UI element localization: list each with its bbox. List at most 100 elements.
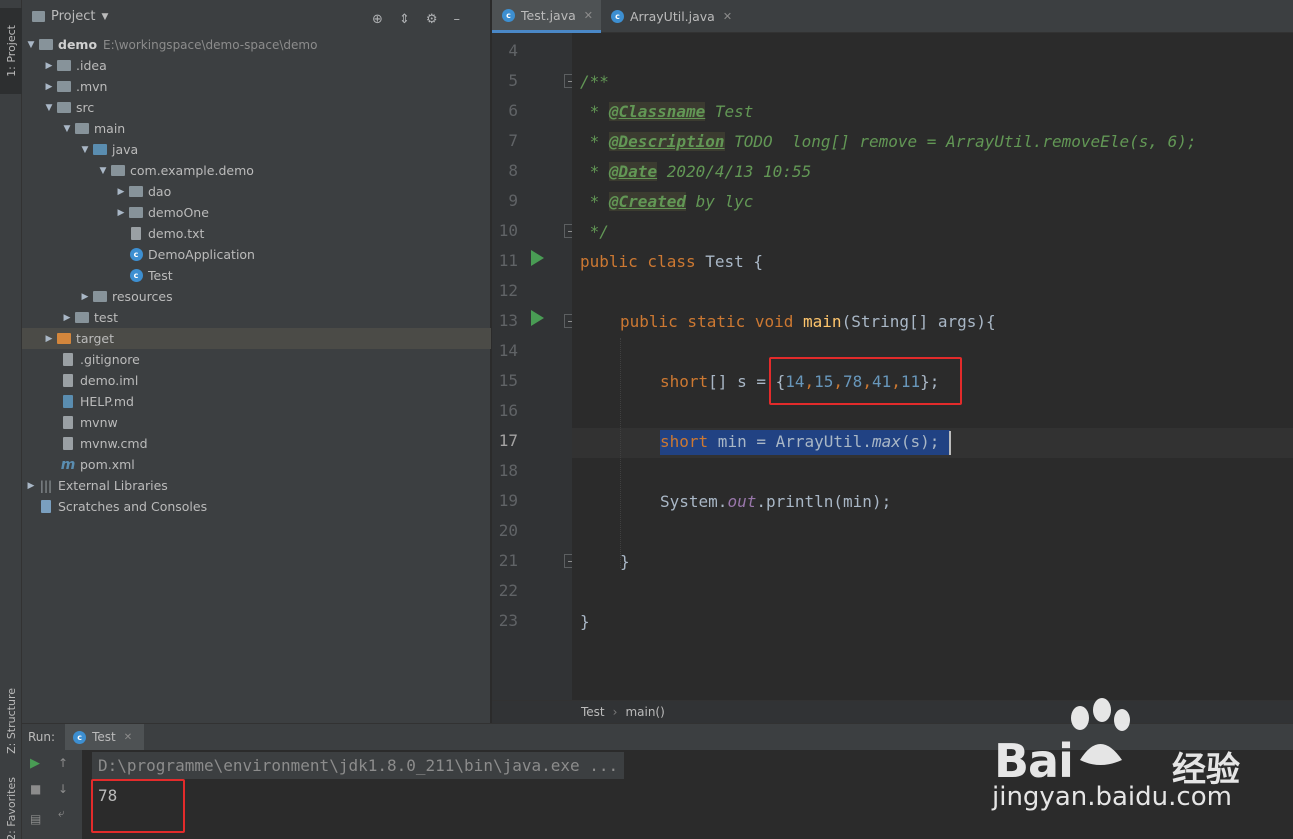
stop-icon[interactable]: ■ (30, 782, 41, 796)
tree-item-label: resources (112, 289, 173, 304)
expand-arrow-icon[interactable]: ▼ (24, 40, 38, 50)
annotation-highlight-box (91, 779, 185, 833)
run-class-icon[interactable] (531, 250, 544, 266)
rerun-icon[interactable]: ▶ (30, 756, 40, 771)
expand-arrow-icon[interactable]: ▼ (42, 103, 56, 113)
tree-item-label: mvnw.cmd (80, 436, 148, 451)
close-icon[interactable]: ✕ (124, 732, 132, 743)
tree-item-mvn[interactable]: ▶ .mvn (22, 76, 491, 97)
tree-item-label: demo.iml (80, 373, 139, 388)
tree-item-package[interactable]: ▼ com.example.demo (22, 160, 491, 181)
keyword: short (660, 431, 709, 451)
structure-tool-tab[interactable]: Z: Structure (0, 676, 22, 766)
tree-item-gitignore[interactable]: .gitignore (22, 349, 491, 370)
tree-item-label: pom.xml (80, 457, 135, 472)
collapse-arrow-icon[interactable]: ▶ (78, 292, 92, 302)
line-number: 11 (498, 251, 518, 270)
expand-arrow-icon[interactable]: ▼ (60, 124, 74, 134)
editor-tab-bar: c Test.java ✕ c ArrayUtil.java ✕ (492, 0, 1293, 33)
line-number: 10 (498, 221, 518, 240)
soft-wrap-icon[interactable]: ⤶ (58, 806, 65, 821)
tree-item-dao[interactable]: ▶ dao (22, 181, 491, 202)
tree-item-scratches[interactable]: Scratches and Consoles (22, 496, 491, 517)
expand-arrow-icon[interactable]: ▼ (96, 166, 110, 176)
project-view-selector[interactable]: Project (51, 9, 95, 24)
close-icon[interactable]: ✕ (584, 9, 593, 22)
code-text: System. (660, 491, 728, 511)
arrow-up-icon[interactable]: ↑ (58, 756, 68, 770)
expand-arrow-icon[interactable]: ▼ (78, 145, 92, 155)
line-number: 9 (508, 191, 518, 210)
tree-item-test-class[interactable]: c Test (22, 265, 491, 286)
scratches-icon (38, 500, 54, 514)
markdown-file-icon (60, 395, 76, 409)
tree-item-main[interactable]: ▼ main (22, 118, 491, 139)
maven-icon: m (60, 456, 76, 473)
tree-item-mvnw-cmd[interactable]: mvnw.cmd (22, 433, 491, 454)
project-tool-tab-label: 1: Project (4, 25, 18, 77)
doc-tag: @Description (608, 131, 725, 151)
collapse-arrow-icon[interactable]: ▶ (42, 82, 56, 92)
tab-test-java[interactable]: c Test.java ✕ (492, 0, 601, 33)
tree-item-pom-xml[interactable]: m pom.xml (22, 454, 491, 475)
doc-star: * (580, 161, 609, 181)
gear-icon[interactable]: ⚙ (426, 12, 438, 27)
editor-gutter: 4 5 6 7 8 9 10 11 12 13 14 15 16 17 18 1… (492, 33, 578, 700)
run-main-icon[interactable] (531, 310, 544, 326)
code-editor[interactable]: /** * @Classname Test * @Description TOD… (572, 33, 1293, 700)
tab-arrayutil-java[interactable]: c ArrayUtil.java ✕ (601, 0, 740, 33)
tree-item-mvnw[interactable]: mvnw (22, 412, 491, 433)
tree-item-demoone[interactable]: ▶ demoOne (22, 202, 491, 223)
run-tab-test[interactable]: c Test ✕ (65, 723, 145, 751)
collapse-all-icon[interactable]: ⇕ (399, 12, 410, 27)
library-icon: ||| (39, 478, 53, 493)
collapse-arrow-icon[interactable]: ▶ (42, 61, 56, 71)
package-icon (128, 185, 144, 199)
tree-item-label: DemoApplication (148, 247, 255, 262)
project-tool-tab[interactable]: 1: Project (0, 8, 22, 94)
doc-tag: @Created (608, 191, 686, 211)
collapse-arrow-icon[interactable]: ▶ (114, 187, 128, 197)
locate-icon[interactable]: ⊕ (372, 12, 383, 27)
collapse-arrow-icon[interactable]: ▶ (114, 208, 128, 218)
method-name: main (803, 311, 842, 331)
code-line-23: } (580, 606, 590, 636)
line-number: 4 (508, 41, 518, 60)
close-icon[interactable]: ✕ (723, 10, 732, 23)
breadcrumb-item-method[interactable]: main() (625, 705, 664, 719)
favorites-tool-tab[interactable]: 2: Favorites (0, 777, 22, 839)
collapse-arrow-icon[interactable]: ▶ (24, 481, 38, 491)
code-line-9: * @Created by lyc (580, 186, 753, 216)
code-text: (String[] args){ (841, 311, 996, 331)
code-line-10: */ (580, 216, 609, 246)
tree-item-resources[interactable]: ▶ resources (22, 286, 491, 307)
java-class-icon: c (128, 269, 144, 283)
keyword: short (660, 371, 709, 391)
chevron-down-icon[interactable]: ▼ (101, 12, 108, 22)
module-folder-icon (38, 38, 54, 52)
code-line-11: public class Test { (580, 246, 763, 276)
breadcrumb-item-class[interactable]: Test (581, 705, 605, 719)
tree-item-demo-iml[interactable]: demo.iml (22, 370, 491, 391)
collapse-arrow-icon[interactable]: ▶ (60, 313, 74, 323)
tree-item-demoapplication[interactable]: c DemoApplication (22, 244, 491, 265)
baidu-jingyan-watermark: Bai 经验 jingyan.baidu.com (990, 698, 1280, 818)
arrow-down-icon[interactable]: ↓ (58, 782, 68, 796)
tree-item-java[interactable]: ▼ java (22, 139, 491, 160)
layout-icon[interactable]: ▤ (30, 812, 41, 826)
tree-item-idea[interactable]: ▶ .idea (22, 55, 491, 76)
code-line-17: short min = ArrayUtil. max (s); (660, 426, 939, 456)
doc-text: by lyc (685, 191, 754, 211)
tree-item-help-md[interactable]: HELP.md (22, 391, 491, 412)
tree-item-external-libraries[interactable]: ▶ ||| External Libraries (22, 475, 491, 496)
run-panel-label: Run: (28, 730, 56, 744)
tree-item-target[interactable]: ▶ target (22, 328, 491, 349)
collapse-arrow-icon[interactable]: ▶ (42, 334, 56, 344)
line-number: 23 (498, 611, 518, 630)
tool-window-strip: 1: Project Z: Structure 2: Favorites (0, 0, 22, 839)
tree-item-src[interactable]: ▼ src (22, 97, 491, 118)
hide-icon[interactable]: – (454, 12, 461, 27)
tree-item-demo-txt[interactable]: demo.txt (22, 223, 491, 244)
tree-item-demo[interactable]: ▼ demo E:\workingspace\demo-space\demo (22, 34, 491, 55)
tree-item-test[interactable]: ▶ test (22, 307, 491, 328)
